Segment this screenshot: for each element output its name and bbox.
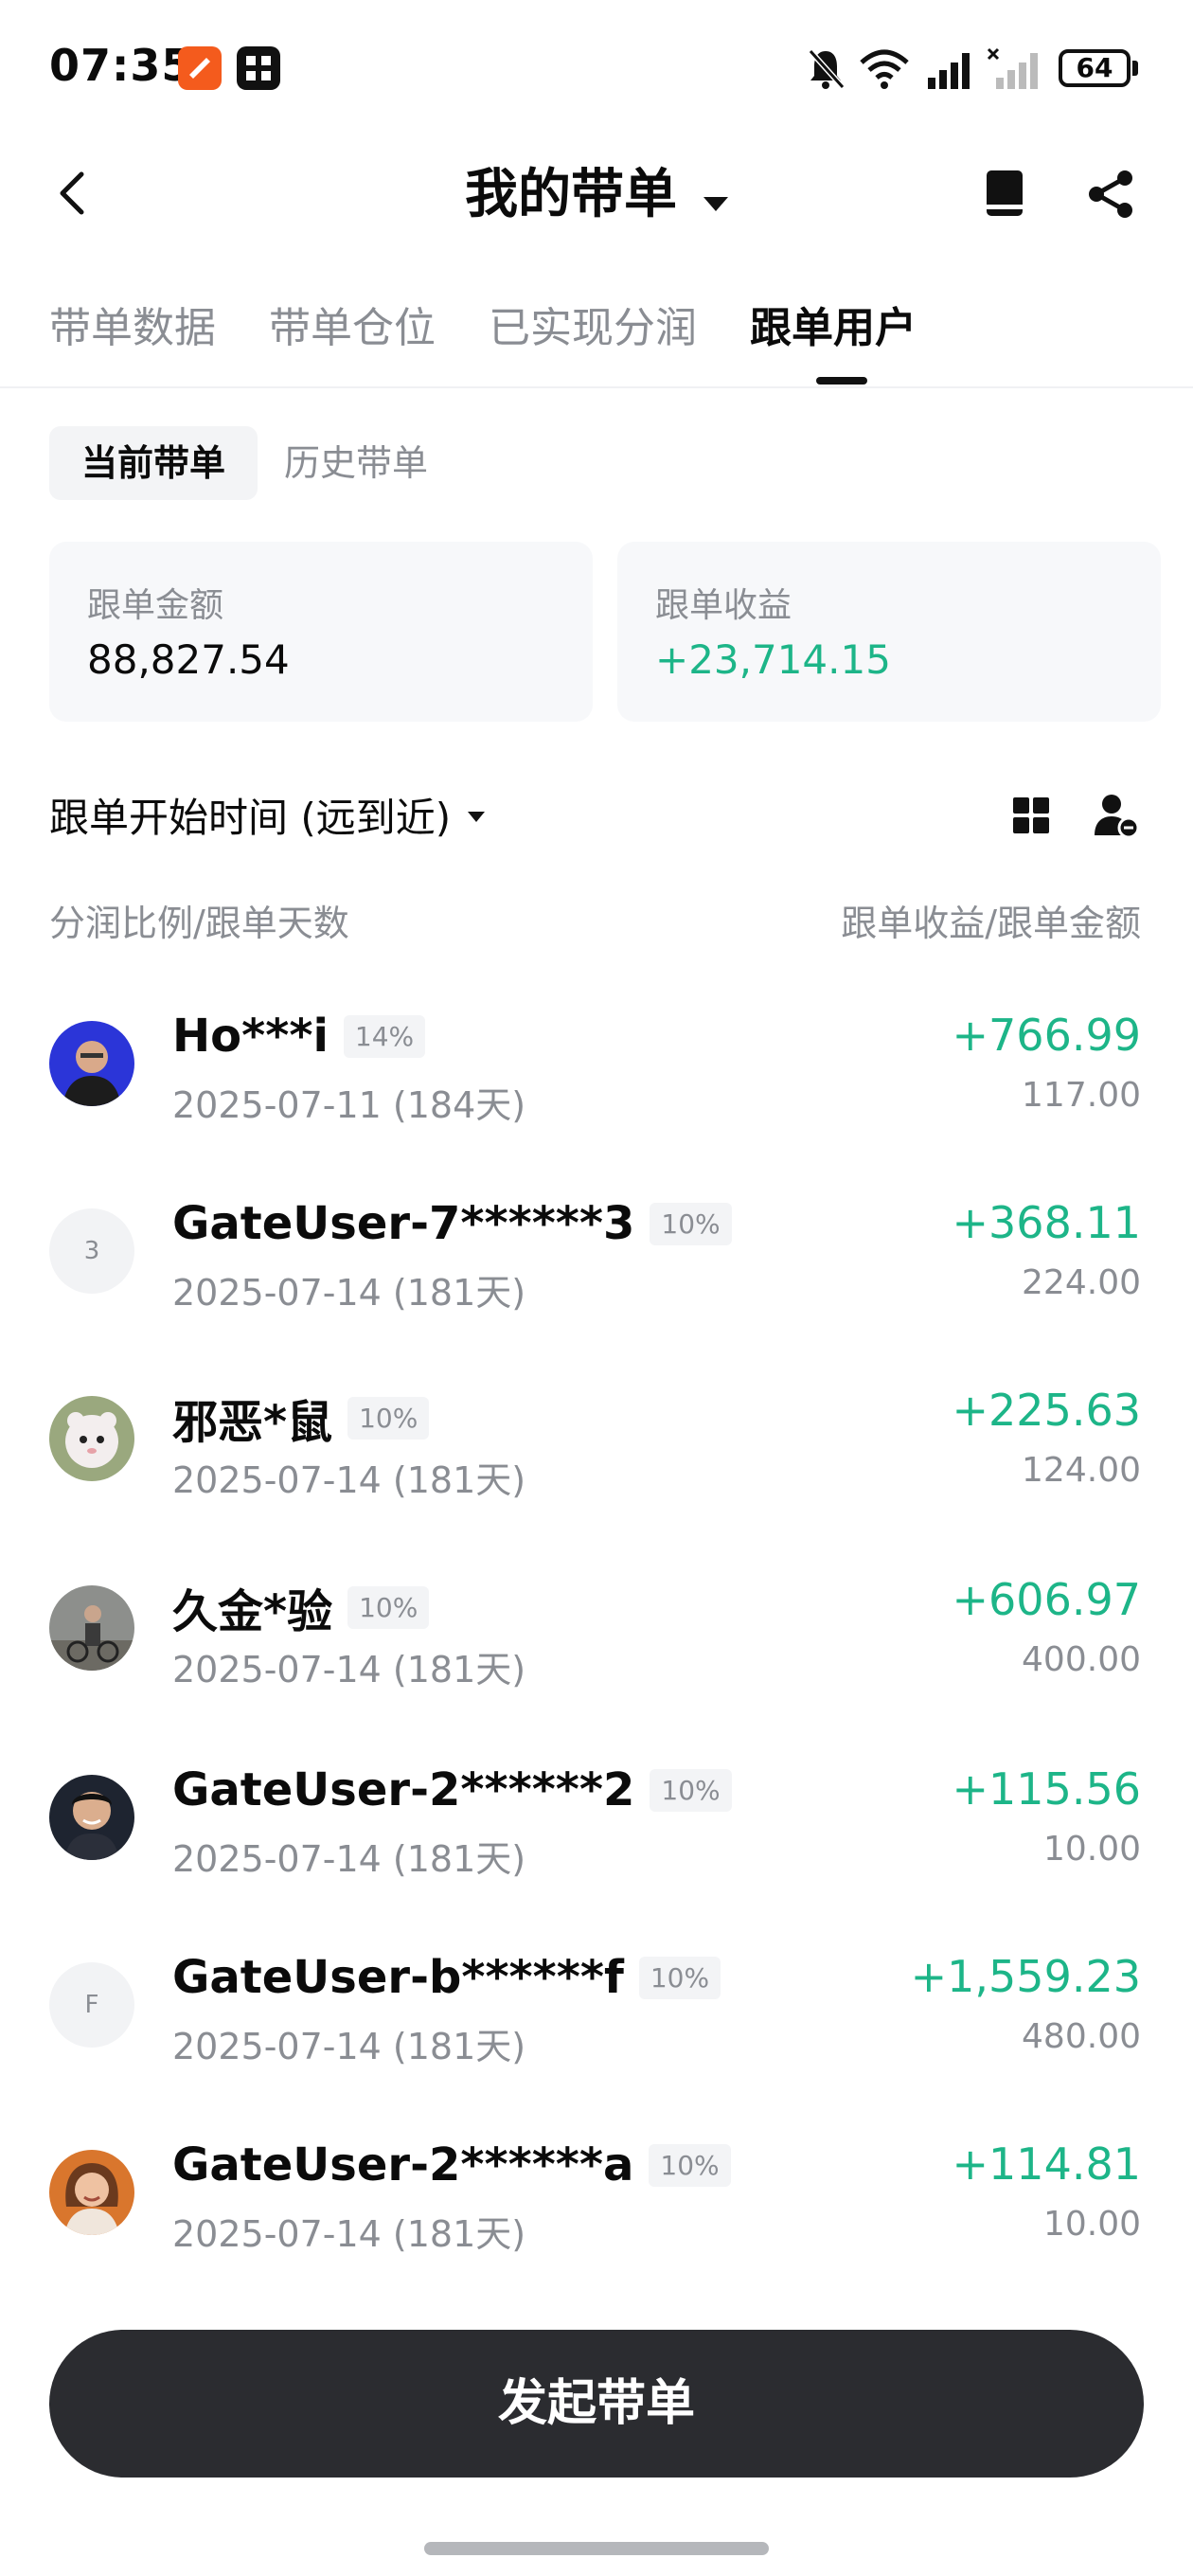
- tab-copy-data[interactable]: 带单数据: [49, 294, 216, 360]
- battery-icon: 64: [1059, 49, 1131, 87]
- home-indicator[interactable]: [424, 2542, 769, 2555]
- follower-name: GateUser-b******f: [172, 1951, 624, 2004]
- ratio-badge: 10%: [650, 1768, 732, 1812]
- dropdown-caret-icon: [703, 197, 728, 211]
- page-title: 我的带单: [465, 164, 677, 225]
- card-value: +23,714.15: [655, 636, 891, 683]
- share-icon[interactable]: [1083, 167, 1138, 222]
- tab-positions[interactable]: 带单仓位: [269, 294, 436, 360]
- card-copy-profit: 跟单收益 +23,714.15: [617, 542, 1161, 722]
- follower-name: GateUser-2******a: [172, 2138, 634, 2191]
- avatar: [49, 2150, 134, 2235]
- follower-row[interactable]: F GateUser-b******f 10% 2025-07-14 (181天)…: [0, 1913, 1193, 2102]
- follower-amount: 480.00: [1022, 2017, 1141, 2056]
- follower-profit: +368.11: [952, 1197, 1142, 1248]
- card-label: 跟单收益: [655, 586, 792, 625]
- follow-date: 2025-07-14 (181天): [172, 1459, 526, 1501]
- follower-name: 邪恶*鼠: [172, 1396, 333, 1449]
- book-icon[interactable]: [979, 167, 1030, 220]
- follower-profit: +1,559.23: [910, 1951, 1141, 2002]
- follow-date: 2025-07-11 (184天): [172, 1084, 526, 1126]
- follower-profit: +606.97: [952, 1574, 1142, 1625]
- column-header-left: 分润比例/跟单天数: [49, 903, 349, 944]
- follow-date: 2025-07-14 (181天): [172, 1272, 526, 1314]
- avatar: [49, 1775, 134, 1860]
- ratio-badge: 10%: [650, 1202, 732, 1245]
- avatar: [49, 1585, 134, 1671]
- avatar: [49, 1021, 134, 1106]
- column-header-right: 跟单收益/跟单金额: [841, 903, 1141, 944]
- follow-date: 2025-07-14 (181天): [172, 2026, 526, 2067]
- follower-row[interactable]: Ho***i 14% 2025-07-11 (184天) +766.99 117.…: [0, 972, 1193, 1161]
- follower-name: Ho***i: [172, 1010, 329, 1063]
- follower-row[interactable]: 邪恶*鼠 10% 2025-07-14 (181天) +225.63 124.00: [0, 1347, 1193, 1536]
- tab-followers[interactable]: 跟单用户: [750, 294, 917, 360]
- follow-date: 2025-07-14 (181天): [172, 1838, 526, 1880]
- avatar: [49, 1396, 134, 1481]
- sort-dropdown[interactable]: 跟单开始时间 (远到近): [49, 786, 486, 844]
- follower-amount: 117.00: [1022, 1076, 1141, 1115]
- follower-amount: 400.00: [1022, 1640, 1141, 1679]
- mute-bell-icon: [808, 48, 846, 90]
- signal-icon: [928, 53, 970, 89]
- sort-label: 跟单开始时间 (远到近): [49, 795, 452, 841]
- follower-name: 久金*验: [172, 1585, 333, 1638]
- follow-date: 2025-07-14 (181天): [172, 1649, 526, 1690]
- grid-view-icon[interactable]: [1011, 796, 1051, 835]
- avatar: 3: [49, 1208, 134, 1294]
- dropdown-caret-icon: [468, 812, 486, 822]
- follower-amount: 224.00: [1022, 1263, 1141, 1302]
- follower-name: GateUser-2******2: [172, 1763, 635, 1816]
- ratio-badge: 10%: [638, 1956, 721, 1999]
- follower-amount: 10.00: [1042, 2205, 1141, 2244]
- start-copy-trading-button[interactable]: 发起带单: [49, 2330, 1144, 2478]
- subtab-current[interactable]: 当前带单: [49, 426, 258, 500]
- follower-profit: +225.63: [952, 1385, 1142, 1436]
- follower-row[interactable]: GateUser-2******a 10% 2025-07-14 (181天) +…: [0, 2101, 1193, 2290]
- card-copy-amount: 跟单金额 88,827.54: [49, 542, 593, 722]
- follower-amount: 10.00: [1042, 1830, 1141, 1869]
- person-filter-icon[interactable]: [1093, 792, 1140, 839]
- ratio-badge: 10%: [347, 1396, 430, 1440]
- battery-tip: [1132, 61, 1138, 76]
- status-bar: 07:35 64: [0, 0, 1193, 142]
- tab-realized-profit[interactable]: 已实现分润: [489, 294, 697, 360]
- app-icon-grid: [237, 46, 280, 90]
- card-label: 跟单金额: [87, 586, 224, 625]
- follower-amount: 124.00: [1022, 1451, 1141, 1490]
- tab-active-indicator: [816, 377, 867, 385]
- ratio-badge: 10%: [347, 1585, 430, 1629]
- follower-row[interactable]: GateUser-2******2 10% 2025-07-14 (181天) +…: [0, 1726, 1193, 1915]
- avatar: F: [49, 1962, 134, 2048]
- follower-profit: +115.56: [952, 1763, 1142, 1815]
- follower-profit: +766.99: [952, 1010, 1142, 1061]
- wifi-icon: [860, 49, 909, 89]
- follower-row[interactable]: 3 GateUser-7******3 10% 2025-07-14 (181天)…: [0, 1159, 1193, 1349]
- signal-off-icon: [987, 47, 1038, 89]
- follower-name: GateUser-7******3: [172, 1197, 635, 1250]
- status-time: 07:35: [49, 40, 193, 91]
- tab-bar: 带单数据 带单仓位 已实现分润 跟单用户: [49, 294, 917, 360]
- ratio-badge: 14%: [343, 1014, 426, 1058]
- card-value: 88,827.54: [87, 636, 290, 683]
- follower-row[interactable]: 久金*验 10% 2025-07-14 (181天) +606.97 400.00: [0, 1536, 1193, 1726]
- tab-divider: [0, 386, 1193, 388]
- follower-profit: +114.81: [952, 2138, 1142, 2190]
- ratio-badge: 10%: [649, 2143, 731, 2187]
- subtab-history[interactable]: 历史带单: [284, 426, 428, 500]
- app-icon-orange: [178, 46, 222, 90]
- follow-date: 2025-07-14 (181天): [172, 2213, 526, 2255]
